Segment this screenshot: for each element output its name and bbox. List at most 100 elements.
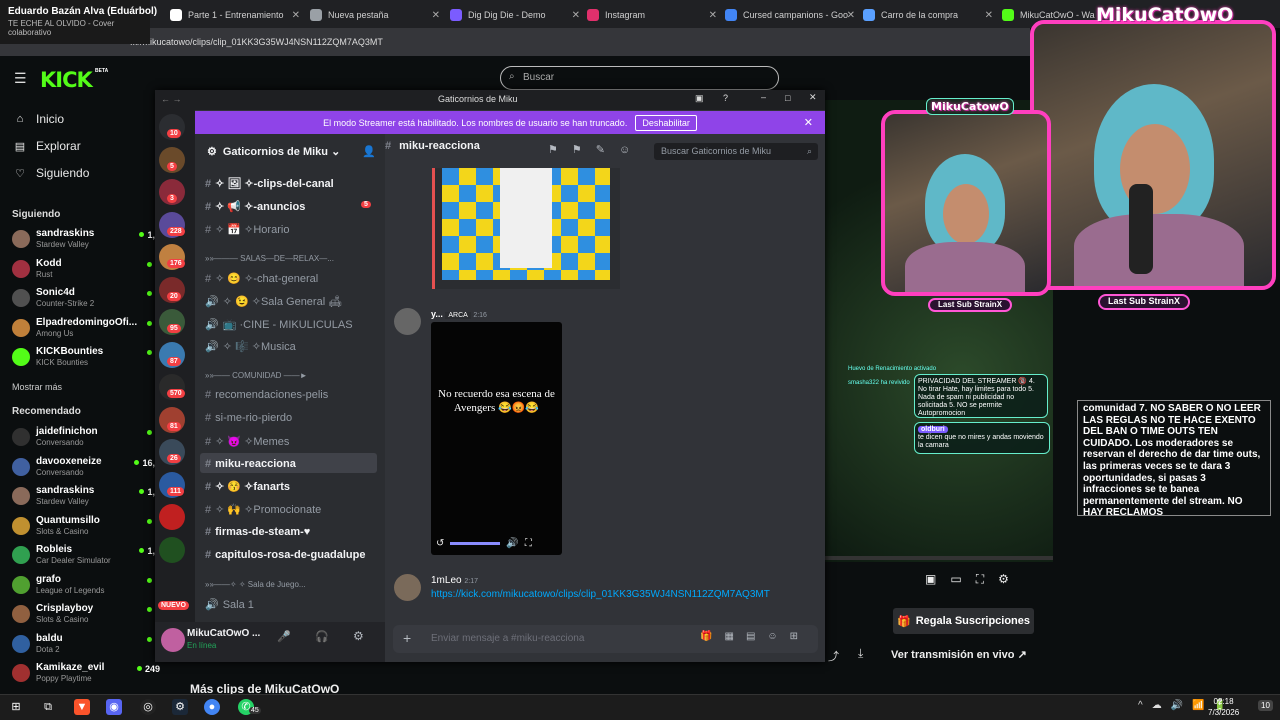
disable-button[interactable]: Deshabilitar — [635, 114, 697, 131]
close-tab-icon[interactable]: ✕ — [432, 10, 440, 21]
steam-icon[interactable]: ⚙ — [172, 699, 188, 715]
channel-item[interactable]: # ✧ 🖼 ✧-clips-del-canal — [205, 177, 334, 190]
help-icon[interactable]: ? — [723, 93, 728, 103]
sidebar-channel[interactable]: jaidefinichonConversando3 — [12, 426, 160, 452]
message-input[interactable]: + Enviar mensaje a #miku-reacciona 🎁▦▤☺⊞ — [393, 625, 818, 653]
notification-badge[interactable]: 10 — [1258, 700, 1273, 711]
pip-icon[interactable]: ▣ — [925, 572, 936, 588]
close-tab-icon[interactable]: ✕ — [985, 10, 993, 21]
channel-item[interactable]: 🔊 ✧ 😉 ✧Sala General 🛋 — [205, 295, 342, 308]
kick-logo[interactable]: KICK — [40, 68, 93, 92]
browser-tab[interactable]: Instagram ✕ — [587, 4, 721, 26]
settings-icon[interactable]: ⚙ — [998, 572, 1009, 588]
media-popup[interactable]: Eduardo Bazán Alva (Eduárbol) TE ECHE AL… — [0, 0, 157, 44]
server-icon[interactable] — [159, 536, 185, 563]
clock[interactable]: 02:18 7/3/2026 — [1208, 696, 1239, 718]
sidebar-channel[interactable]: sandraskins Stardew Valley 1,9 — [12, 485, 160, 511]
minimize-icon[interactable]: – — [761, 92, 766, 102]
invite-icon[interactable]: 👤 — [362, 145, 376, 158]
kick-search-input[interactable]: ⌕ Buscar — [500, 66, 779, 90]
share-icon[interactable]: ⤴ — [828, 648, 839, 664]
channel-item[interactable]: # ✧ 😈 ✧Memes — [205, 435, 289, 448]
channel-category[interactable]: »»——✧ ✧ Sala de Juego... — [205, 580, 306, 589]
inbox-icon[interactable]: ▣ — [695, 93, 704, 104]
browser-tab[interactable]: Parte 1 - Entrenamiento ✕ — [170, 4, 304, 26]
headset-icon[interactable]: 🎧 — [315, 630, 329, 643]
sidebar-channel[interactable]: grafoLeague of Legends6 — [12, 574, 160, 600]
channel-item[interactable]: # ✧ 😚 ✧fanarts — [205, 480, 290, 493]
gift-subs-button[interactable]: 🎁 Regala Suscripciones — [893, 608, 1034, 634]
back-forward-icon[interactable]: ← → — [161, 94, 182, 104]
channel-item[interactable]: 🔊 📺 ·CINE - MIKULICULAS — [205, 318, 353, 331]
replay-icon[interactable]: ↺ — [436, 538, 444, 549]
theater-icon[interactable]: ▭ — [950, 572, 961, 588]
obs-icon[interactable]: ◎ — [140, 699, 156, 715]
avatar[interactable] — [394, 574, 421, 601]
brave-icon[interactable]: ▼ — [74, 699, 90, 715]
channel-item[interactable]: # firmas-de-steam-♥ — [205, 526, 310, 538]
channel-item[interactable]: # recomendaciones-pelis — [205, 389, 328, 401]
maximize-icon[interactable]: □ — [785, 93, 790, 103]
start-icon[interactable]: ⊞ — [8, 699, 24, 715]
channel-item[interactable]: 🔊 Sala 1 — [205, 598, 254, 611]
channel-item[interactable]: # si-me-rio-pierdo — [205, 412, 292, 424]
menu-icon[interactable]: ☰ — [14, 70, 27, 87]
browser-tab[interactable]: Dig Dig Die - Demo ✕ — [450, 4, 584, 26]
nav-siguiendo[interactable]: ♡ Siguiendo — [12, 166, 89, 180]
avatar[interactable] — [394, 308, 421, 335]
video-progress[interactable] — [825, 556, 1053, 560]
message-link[interactable]: https://kick.com/mikucatowo/clips/clip_0… — [431, 589, 770, 600]
sidebar-channel[interactable]: KoddRust9 — [12, 258, 160, 284]
message-author[interactable]: 1mLeo — [431, 575, 462, 586]
channel-item[interactable]: # capitulos-rosa-de-guadalupe — [205, 549, 365, 561]
discord-icon[interactable]: ◉ — [106, 699, 122, 715]
sidebar-channel[interactable]: ElpadredomingoOfi...Among Us7 — [12, 317, 160, 343]
close-icon[interactable]: ✕ — [809, 92, 817, 103]
sidebar-channel[interactable]: davooxeneize Conversando 16,1 — [12, 456, 160, 482]
server-icon[interactable] — [159, 504, 185, 530]
close-tab-icon[interactable]: ✕ — [847, 10, 855, 21]
channel-item[interactable]: # miku-reacciona — [205, 458, 296, 470]
address-url[interactable]: ...//mikucatowo/clips/clip_01KK3G35WJ4NS… — [130, 37, 383, 47]
show-more-link[interactable]: Mostrar más — [12, 382, 62, 392]
channel-item[interactable]: # ✧ 😊 ✧-chat-general — [205, 272, 318, 285]
message-author[interactable]: y... — [431, 309, 443, 319]
sidebar-channel[interactable]: sandraskins Stardew Valley 1,8 — [12, 228, 160, 254]
fullscreen-icon[interactable]: ⛶ — [525, 538, 532, 549]
sidebar-channel[interactable]: CrisplayboySlots & Casino1 — [12, 603, 160, 629]
user-settings-icon[interactable]: ⚙ — [353, 629, 364, 643]
sidebar-channel[interactable]: Robleis Car Dealer Simulator 1,8 — [12, 544, 160, 570]
nav-explorar[interactable]: ▤ Explorar — [12, 139, 81, 153]
browser-tab[interactable]: Cursed campanions - Goo ✕ — [725, 4, 859, 26]
channel-category[interactable]: »»——— SALAS—DE—RELAX—... — [205, 254, 334, 263]
sidebar-channel[interactable]: balduDota 22 — [12, 633, 160, 659]
sidebar-channel[interactable]: Kamikaze_evil Poppy Playtime 249 — [12, 662, 160, 688]
close-banner-icon[interactable]: ✕ — [804, 116, 813, 129]
chrome-icon[interactable]: ● — [204, 699, 220, 715]
task-view-icon[interactable]: ⧉ — [40, 699, 56, 715]
add-icon[interactable]: + — [403, 630, 411, 646]
channel-item[interactable]: 🔊 ✧ 🎼 ✧Musica — [205, 340, 296, 353]
close-tab-icon[interactable]: ✕ — [572, 10, 580, 21]
mute-icon[interactable]: 🎤 — [277, 630, 291, 643]
header-icons[interactable]: ⚑⚑✎☺ — [548, 143, 644, 156]
close-tab-icon[interactable]: ✕ — [709, 10, 717, 21]
server-name[interactable]: ⚙ Gaticornios de Miku ⌄ — [207, 145, 340, 158]
channel-item[interactable]: # ✧ 📅 ✧Horario — [205, 223, 289, 236]
browser-tab[interactable]: Carro de la compra ✕ — [863, 4, 997, 26]
nav-inicio[interactable]: ⌂ Inicio — [12, 112, 64, 126]
video-progress[interactable] — [450, 542, 501, 545]
message-video[interactable] — [431, 322, 562, 555]
channel-category[interactable]: »»—— COMUNIDAD ——► — [205, 371, 308, 380]
discord-search-input[interactable]: Buscar Gaticornios de Miku ⌕ — [654, 143, 818, 160]
avatar[interactable] — [161, 628, 185, 652]
sidebar-channel[interactable]: QuantumsilloSlots & Casino1 — [12, 515, 160, 541]
download-icon[interactable]: ⤓ — [858, 646, 863, 661]
channel-item[interactable]: # ✧ 🙌 ✧Promocionate — [205, 503, 321, 516]
input-tool-icons[interactable]: 🎁▦▤☺⊞ — [700, 631, 810, 642]
watch-live-button[interactable]: Ver transmisión en vivo ↗ — [891, 648, 1027, 661]
fullscreen-icon[interactable]: ⛶ — [976, 572, 984, 588]
sidebar-channel[interactable]: Sonic4dCounter-Strike 28 — [12, 287, 160, 313]
browser-tab[interactable]: Nueva pestaña ✕ — [310, 4, 444, 26]
close-tab-icon[interactable]: ✕ — [292, 10, 300, 21]
